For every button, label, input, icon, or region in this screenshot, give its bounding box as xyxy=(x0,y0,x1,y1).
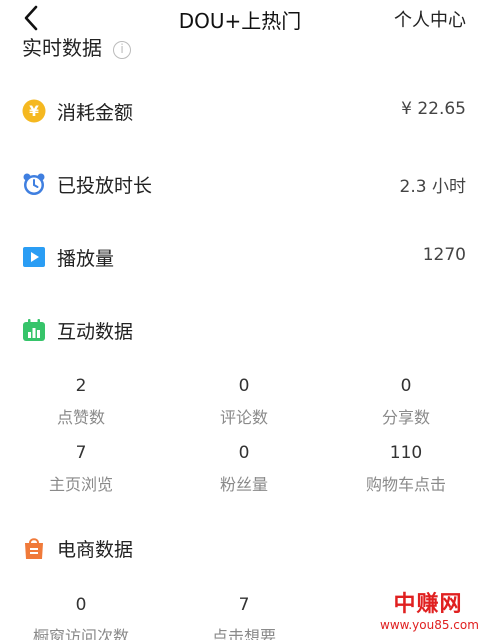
stat-comments: 0 评论数 xyxy=(164,376,324,428)
stat-showcase-visits: 0 橱窗访问次数 xyxy=(1,595,161,640)
spend-row: ¥ 消耗金额 ¥ 22.65 xyxy=(0,91,480,131)
stat-value: 7 xyxy=(238,595,250,615)
stat-value: 0 xyxy=(238,443,250,463)
stat-label: 评论数 xyxy=(219,408,268,427)
coin-icon: ¥ xyxy=(22,99,46,123)
stat-label: 分享数 xyxy=(381,408,430,427)
stat-likes: 2 点赞数 xyxy=(1,376,161,428)
plays-row: 播放量 1270 xyxy=(0,237,480,277)
stat-want-clicks: 7 点击想要 xyxy=(164,595,324,640)
bar-chart-icon xyxy=(23,319,45,341)
interaction-title: 互动数据 xyxy=(57,321,134,343)
duration-value: 2.3 小时 xyxy=(399,177,466,197)
watermark-logo: 中赚网 www.you85.com xyxy=(380,592,479,638)
nav-bar: DOU+上热门 个人中心 xyxy=(0,0,480,36)
stat-label: 购物车点击 xyxy=(365,475,446,494)
info-icon[interactable]: i xyxy=(113,41,132,59)
realtime-title: 实时数据 xyxy=(22,36,102,60)
stat-profile-views: 7 主页浏览 xyxy=(1,443,161,495)
ecommerce-section-header: 电商数据 xyxy=(0,528,480,568)
stat-value: 0 xyxy=(75,595,87,615)
personal-center-link[interactable]: 个人中心 xyxy=(394,6,466,32)
stat-value: 110 xyxy=(389,443,423,463)
plays-value: 1270 xyxy=(422,245,466,265)
stat-value: 0 xyxy=(238,376,250,396)
spend-value: ¥ 22.65 xyxy=(401,99,466,119)
watermark-brand: 中赚网 xyxy=(393,592,463,617)
stat-label: 粉丝量 xyxy=(219,475,268,494)
alarm-clock-icon xyxy=(23,173,45,195)
shopping-bag-icon xyxy=(25,538,43,559)
stat-label: 主页浏览 xyxy=(48,475,113,494)
duration-label: 已投放时长 xyxy=(57,175,153,197)
svg-text:¥: ¥ xyxy=(29,104,39,120)
interaction-section-header: 互动数据 xyxy=(0,310,480,350)
stat-followers: 0 粉丝量 xyxy=(164,443,324,495)
stat-label: 点赞数 xyxy=(56,408,105,427)
stat-label: 点击想要 xyxy=(211,627,276,640)
play-icon xyxy=(23,247,45,267)
duration-row: 已投放时长 2.3 小时 xyxy=(0,164,480,204)
stat-label: 橱窗访问次数 xyxy=(32,627,129,640)
ecommerce-title: 电商数据 xyxy=(57,539,134,561)
plays-label: 播放量 xyxy=(57,248,115,270)
stat-cart-clicks: 110 购物车点击 xyxy=(326,443,480,495)
stat-value: 0 xyxy=(400,376,412,396)
watermark-url: www.you85.com xyxy=(380,618,479,632)
stat-value: 7 xyxy=(75,443,87,463)
stat-shares: 0 分享数 xyxy=(326,376,480,428)
stat-value: 2 xyxy=(75,376,87,396)
spend-label: 消耗金额 xyxy=(57,102,134,124)
